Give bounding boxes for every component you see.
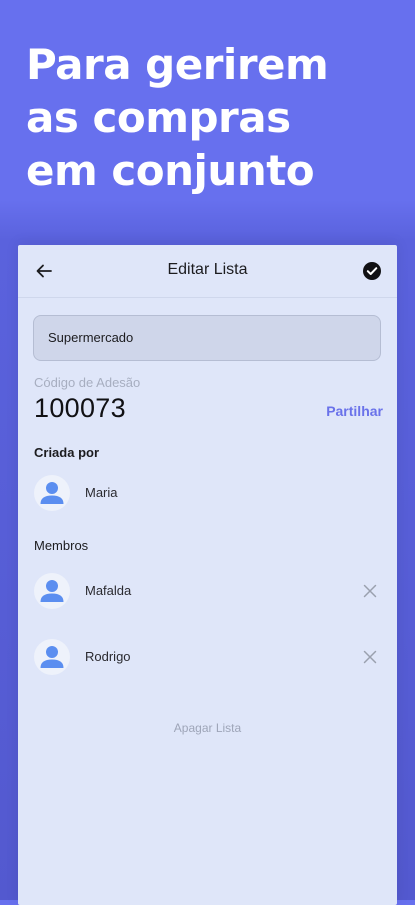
promo-line-1: Para gerirem	[26, 40, 329, 89]
close-icon	[363, 650, 377, 664]
user-icon	[40, 482, 64, 504]
creator-name: Maria	[85, 485, 118, 500]
avatar	[34, 573, 70, 609]
member-row: Mafalda	[34, 571, 382, 611]
delete-list-button[interactable]: Apagar Lista	[18, 721, 397, 735]
avatar	[34, 475, 70, 511]
remove-member-button[interactable]	[360, 647, 380, 667]
join-code-value: 100073	[34, 393, 126, 423]
promo-line-2: as compras	[26, 93, 291, 142]
remove-member-button[interactable]	[360, 581, 380, 601]
user-icon	[40, 646, 64, 668]
app-bar: Editar Lista	[18, 245, 397, 298]
share-link[interactable]: Partilhar	[326, 403, 383, 419]
check-circle-icon	[363, 262, 381, 280]
created-by-title: Criada por	[34, 445, 100, 460]
avatar	[34, 639, 70, 675]
page-title: Editar Lista	[167, 261, 248, 278]
member-row: Rodrigo	[34, 637, 382, 677]
member-name: Rodrigo	[85, 649, 131, 664]
join-code-label: Código de Adesão	[34, 375, 141, 390]
phone-screen: Editar Lista Supermercado Código de Ades…	[18, 245, 397, 905]
promo-headline: Para gerirem as compras em conjunto	[26, 38, 396, 197]
close-icon	[363, 584, 377, 598]
promo-line-3: em conjunto	[26, 146, 315, 195]
user-icon	[40, 580, 64, 602]
creator-row: Maria	[34, 473, 382, 513]
confirm-button[interactable]	[361, 260, 383, 282]
member-name: Mafalda	[85, 583, 132, 598]
list-name-input[interactable]: Supermercado	[33, 315, 381, 361]
members-title: Membros	[34, 538, 89, 553]
